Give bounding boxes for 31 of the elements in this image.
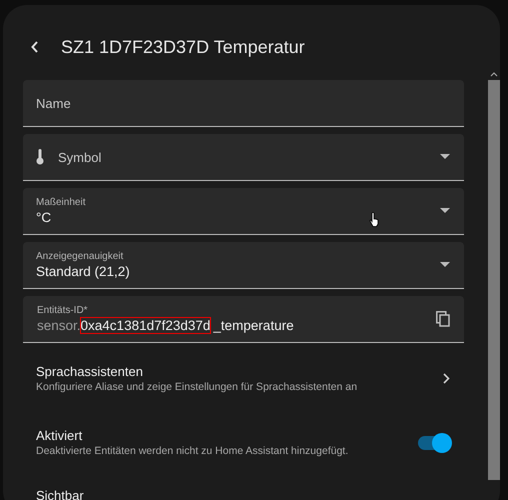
field-value: °C — [36, 210, 52, 225]
chevron-right-icon — [443, 373, 450, 384]
field-label: Maßeinheit — [36, 197, 86, 208]
row-title: Aktiviert — [36, 428, 82, 443]
scrollbar-thumb[interactable] — [488, 80, 500, 480]
back-button[interactable] — [31, 41, 39, 53]
field-label: Symbol — [58, 150, 102, 164]
icon-select-field[interactable]: Symbol — [23, 134, 464, 181]
field-value: sensor.0xa4c1381d7f23d37d _temperature — [37, 318, 294, 333]
dialog-title: SZ1 1D7F23D37D Temperatur — [61, 36, 305, 58]
hand-cursor-icon — [369, 212, 380, 227]
select-field[interactable]: Anzeigegenauigkeit Standard (21,2) — [23, 242, 464, 289]
toggle-switch[interactable] — [418, 436, 450, 450]
field-value: Standard (21,2) — [36, 264, 130, 279]
copy-icon[interactable] — [436, 311, 450, 327]
field-label: Entitäts-ID* — [37, 305, 88, 316]
row-title: Sprachassistenten — [36, 364, 143, 379]
dropdown-arrow-icon[interactable] — [440, 154, 450, 160]
row-description: Konfiguriere Aliase und zeige Einstellungen für Sprachassistenten an — [36, 381, 358, 393]
field-label: Name — [36, 96, 71, 110]
field-label: Anzeigegenauigkeit — [36, 251, 124, 262]
dropdown-arrow-icon[interactable] — [440, 262, 450, 268]
row-description: Deaktivierte Entitäten werden nicht zu Home Assistant hinzugefügt. — [36, 445, 348, 457]
scroll-up-icon[interactable] — [490, 71, 498, 77]
thermometer-icon — [36, 149, 44, 165]
entity-id-field[interactable]: Entitäts-ID* sensor.0xa4c1381d7f23d37d _temperature — [23, 296, 464, 343]
dropdown-arrow-icon[interactable] — [440, 208, 450, 214]
section-title: Sichtbar — [36, 488, 85, 500]
name-field[interactable]: Name — [23, 80, 464, 127]
settings-link-row[interactable]: Sprachassistenten Konfiguriere Aliase und zeige Einstellungen für Sprachassistenten an — [23, 364, 464, 393]
select-field[interactable]: Maßeinheit °C — [23, 188, 464, 235]
